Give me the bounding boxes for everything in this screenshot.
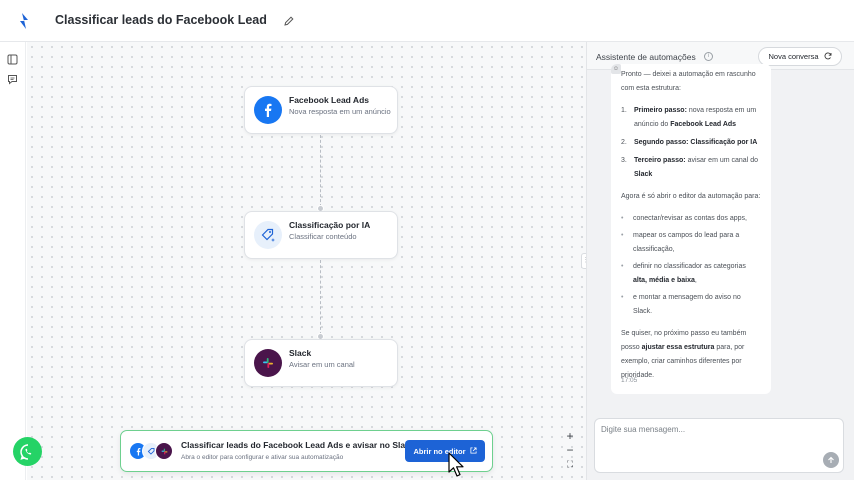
message-closing: Se quiser, no próximo passo eu também po… [621,330,747,379]
panel-toggle-icon[interactable] [7,52,20,65]
steps-list: 1. Primeiro passo: nova resposta em um a… [621,104,761,182]
list-item: • mapear os campos do lead para a classif… [621,232,740,253]
top-bar: Classificar leads do Facebook Lead Ads e… [0,0,854,42]
node-facebook-lead-ads[interactable]: Facebook Lead Ads Nova resposta em um an… [244,86,398,134]
zoom-out-button[interactable]: − [563,443,577,457]
slack-icon [254,349,282,377]
refresh-icon [824,51,832,62]
mouse-cursor-icon [448,452,468,478]
slack-icon [155,442,173,460]
message-input[interactable] [601,425,813,434]
connector-line [320,260,321,335]
whatsapp-icon[interactable] [13,437,42,466]
assistant-title: Assistente de automações [596,52,696,62]
chat-icon[interactable] [7,72,20,85]
node-slack[interactable]: Slack Avisar em um canal [244,339,398,387]
info-icon[interactable]: i [704,52,713,61]
fit-view-button[interactable]: ⛶ [563,457,577,471]
node-ai-classification[interactable]: Classificação por IA Classificar conteúd… [244,211,398,259]
workflow-canvas[interactable]: Facebook Lead Ads Nova resposta em um an… [27,42,586,480]
open-editor-banner: Classificar leads do Facebook Lead Ads e… [120,430,493,472]
new-conversation-label: Nova conversa [768,52,819,61]
automation-title[interactable]: Classificar leads do Facebook Lead Ads e… [55,13,267,27]
new-conversation-button[interactable]: Nova conversa [758,47,842,66]
pencil-icon[interactable] [283,14,297,28]
node-title: Slack [289,348,312,358]
left-rail [0,42,26,480]
next-intro: Agora é só abrir o editor da automação p… [621,193,761,200]
assistant-panel: Assistente de automações i Nova conversa… [586,42,854,480]
node-title: Facebook Lead Ads [289,95,369,105]
banner-subtitle: Abra o editor para configurar e ativar s… [181,454,344,461]
send-button[interactable] [823,452,839,468]
assistant-avatar-icon: ☺ [611,64,621,74]
banner-title: Classificar leads do Facebook Lead Ads e… [181,440,415,450]
app-icons-stack [129,442,177,462]
bullets-list: • conectar/revisar as contas dos apps, • m… [621,212,761,319]
assistant-message: ☺ Pronto — deixei a automação em rascunh… [611,64,771,394]
message-intro: Pronto — deixei a automação em rascunho … [621,71,756,92]
ai-tag-icon [254,221,282,249]
node-subtitle: Avisar em um canal [289,360,355,369]
node-subtitle: Classificar conteúdo [289,232,357,241]
message-body: Pronto — deixei a automação em rascunho … [621,68,761,391]
connector-line [320,135,321,207]
arrow-up-icon [828,456,834,463]
list-item: 2. Segundo passo: Classificação por IA [621,139,758,146]
node-title: Classificação por IA [289,220,371,230]
facebook-icon [254,96,282,124]
list-item: • definir no classificador as categorias … [621,263,746,284]
node-subtitle: Nova resposta em um anúncio [289,107,391,116]
list-item: • conectar/revisar as contas dos apps, [621,215,748,222]
list-item: 1. Primeiro passo: nova resposta em um a… [621,107,757,128]
brand-logo-icon[interactable] [12,8,38,34]
external-link-icon [470,446,477,456]
message-composer [594,418,844,473]
zoom-in-button[interactable]: + [563,429,577,443]
list-item: 3. Terceiro passo: avisar em um canal do… [621,157,758,178]
message-timestamp: 17:05 [621,377,638,384]
list-item: • e montar a mensagem do aviso no Slack. [621,294,741,315]
open-editor-button[interactable]: Abrir no editor [405,440,485,462]
